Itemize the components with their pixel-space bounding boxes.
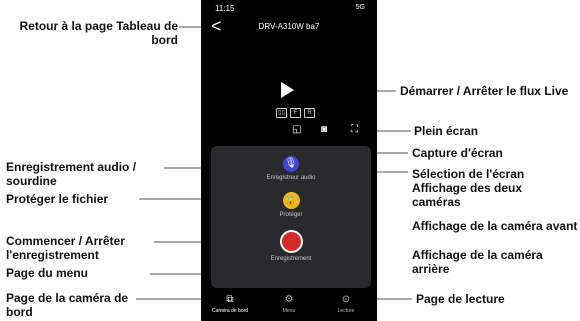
dashcam-icon: ⧉ [226,294,234,305]
both-cameras-icon[interactable]: ▯▯ [276,108,287,118]
front-camera-icon[interactable]: F [290,108,301,118]
audio-recorder-control: 🎙 Enregistreur audio [211,156,371,181]
phone-screen: 11:15 5G < DRV-A310W ba7 ▯▯ F R ◱ ◙ ⛶ 🎙 … [201,0,377,321]
record-control: Enregistrement [211,230,371,262]
callout-menu-page: Page du menu [6,266,89,280]
callout-audio-mute: Enregistrement audio / sourdine [6,160,137,188]
callout-screen-select: Sélection de l'écran [412,167,525,181]
device-title: DRV-A310W ba7 [258,22,320,31]
callout-start-stop-record: Commencer / Arrêter l'enregistrement [6,234,125,262]
playback-icon: ⊙ [341,294,351,305]
microphone-icon[interactable]: 🎙 [283,156,299,172]
nav-playback-label: Lecture [337,308,355,314]
nav-dashcam[interactable]: ⧉ Caméra de bord [205,294,255,314]
callout-back: Retour à la page Tableau de bord [19,19,178,47]
callout-live-stream: Démarrer / Arrêter le flux Live [400,84,569,98]
rear-camera-icon[interactable]: R [304,108,315,118]
callout-fullscreen: Plein écran [414,124,479,138]
callout-playback-page: Page de lecture [416,292,505,306]
status-signal: 5G [355,4,365,11]
play-icon[interactable] [281,82,294,98]
protect-control: 🔒 Protéger [211,192,371,218]
bottom-nav: ⧉ Caméra de bord ⚙ Menu ⊙ Lecture [201,290,377,321]
top-bar: < DRV-A310W ba7 [201,14,377,40]
protect-label: Protéger [279,212,303,218]
camera-capture-icon[interactable]: ◙ [321,124,327,136]
control-panel: 🎙 Enregistreur audio 🔒 Protéger Enregist… [211,146,371,288]
nav-menu-label: Menu [282,308,296,314]
callout-both-cameras: Affichage des deux caméras [412,181,523,209]
callout-protect-file: Protéger le fichier [6,192,109,206]
nav-playback[interactable]: ⊙ Lecture [321,294,371,314]
callout-front-camera: Affichage de la caméra avant [412,219,578,233]
callout-rear-camera: Affichage de la caméra arrière [412,248,543,276]
gear-icon: ⚙ [284,294,294,305]
camera-view-selector: ▯▯ F R [276,108,315,118]
screen-select-icon[interactable]: ◱ [292,124,301,136]
nav-dashcam-label: Caméra de bord [211,308,249,314]
video-controls: ◱ ◙ ⛶ [201,124,377,136]
audio-recorder-label: Enregistreur audio [266,175,316,181]
lock-icon[interactable]: 🔒 [282,192,300,209]
status-time: 11:15 [215,4,235,13]
fullscreen-icon[interactable]: ⛶ [351,124,358,136]
callout-capture: Capture d'écran [412,146,503,160]
nav-menu[interactable]: ⚙ Menu [264,294,314,314]
record-button[interactable] [279,230,303,253]
callout-dashcam-page: Page de la caméra de bord [6,291,129,319]
record-label: Enregistrement [270,256,312,262]
